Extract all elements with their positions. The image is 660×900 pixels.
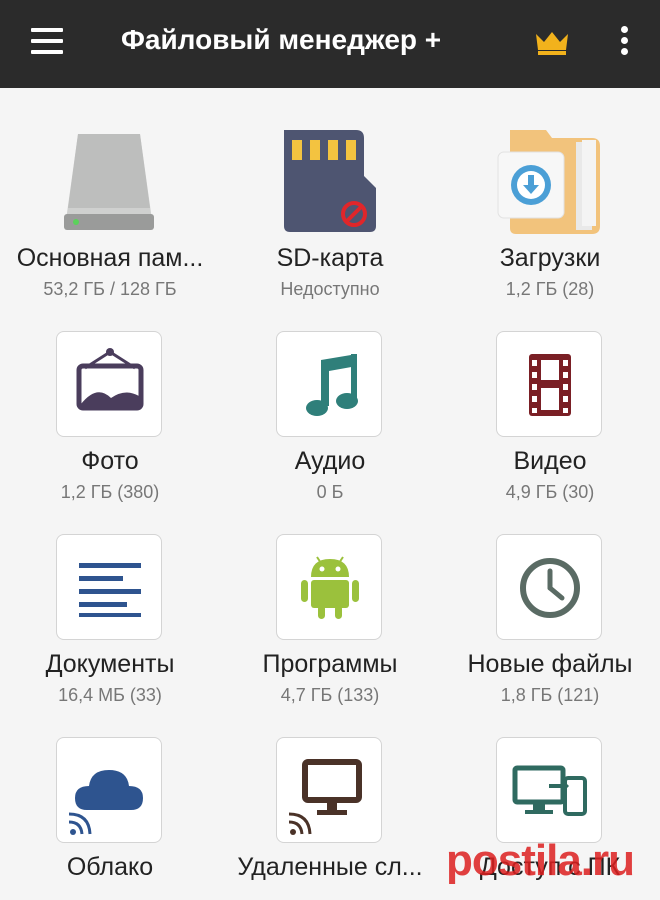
pc-access-tile[interactable]: Доступ с ПК (440, 697, 660, 900)
tile-label: Новые файлы (467, 650, 633, 678)
tile-label: Программы (262, 650, 398, 678)
apps-tile[interactable]: Программы 4,7 ГБ (133) (220, 494, 440, 705)
hamburger-menu-icon[interactable] (31, 28, 63, 56)
music-note-icon (276, 331, 382, 437)
video-tile[interactable]: Видео 4,9 ГБ (30) (440, 291, 660, 502)
hard-drive-icon (56, 128, 162, 234)
pc-access-icon (496, 737, 602, 843)
tile-label: Документы (45, 650, 175, 678)
sd-card-tile[interactable]: SD-карта Недоступно (220, 88, 440, 299)
downloads-folder-icon (496, 128, 602, 234)
tile-label: Видео (513, 447, 587, 475)
documents-tile[interactable]: Документы 16,4 МБ (33) (0, 494, 220, 705)
downloads-tile[interactable]: Загрузки 1,2 ГБ (28) (440, 88, 660, 299)
photo-frame-icon (56, 331, 162, 437)
tile-label: SD-карта (276, 244, 384, 272)
photos-tile[interactable]: Фото 1,2 ГБ (380) (0, 291, 220, 502)
storage-main-tile[interactable]: Основная пам... 53,2 ГБ / 128 ГБ (0, 88, 220, 299)
recent-files-tile[interactable]: Новые файлы 1,8 ГБ (121) (440, 494, 660, 705)
tile-label: Основная пам... (16, 244, 204, 272)
document-lines-icon (56, 534, 162, 640)
cloud-tile[interactable]: Облако (0, 697, 220, 900)
audio-tile[interactable]: Аудио 0 Б (220, 291, 440, 502)
tile-label: Удаленные сл... (237, 853, 423, 881)
category-grid: Основная пам... 53,2 ГБ / 128 ГБ SD-карт… (0, 88, 660, 897)
crown-icon[interactable] (533, 30, 571, 56)
cloud-icon (56, 737, 162, 843)
clock-icon (496, 534, 602, 640)
app-bar: Файловый менеджер + (0, 0, 660, 88)
remote-monitor-icon (276, 737, 382, 843)
tile-label: Фото (81, 447, 139, 475)
remote-services-tile[interactable]: Удаленные сл... (220, 697, 440, 900)
tile-label: Аудио (294, 447, 366, 475)
android-icon (276, 534, 382, 640)
tile-label: Доступ с ПК (479, 853, 621, 881)
more-vertical-icon[interactable] (612, 26, 636, 60)
tile-label: Облако (66, 853, 154, 881)
tile-label: Загрузки (499, 244, 601, 272)
sd-card-icon (276, 128, 382, 234)
film-strip-icon (496, 331, 602, 437)
app-title: Файловый менеджер + (121, 24, 442, 55)
